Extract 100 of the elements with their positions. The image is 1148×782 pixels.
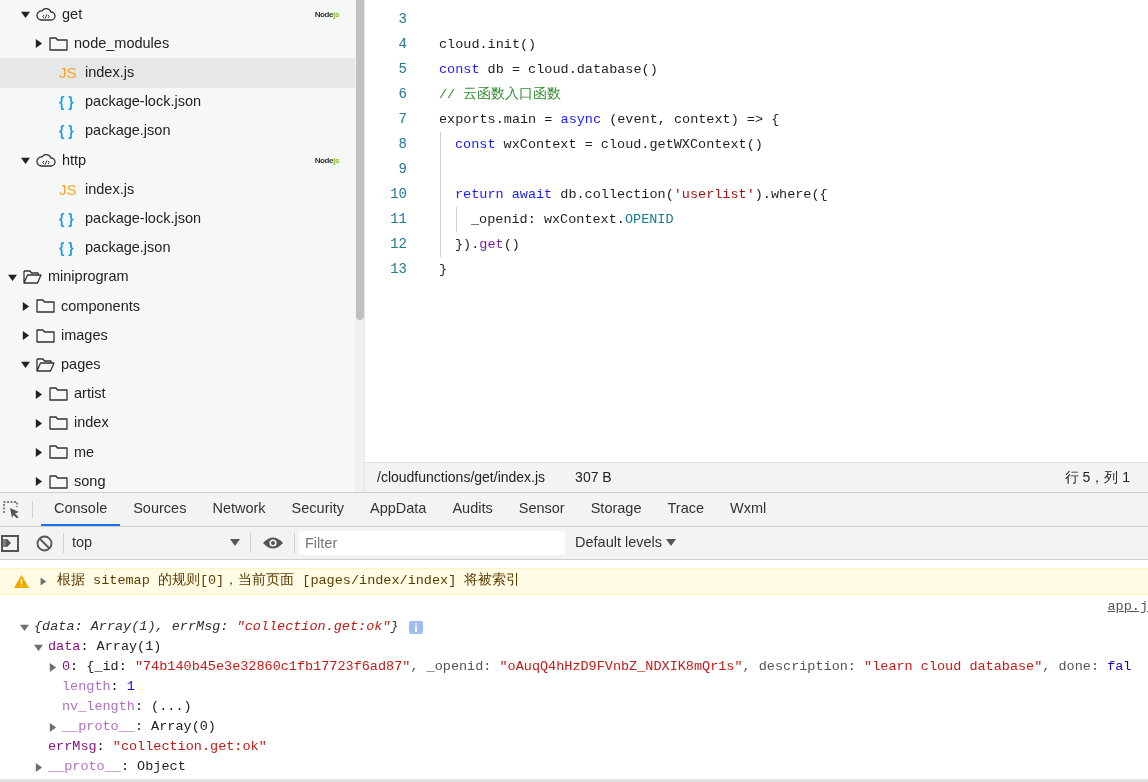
code-line: }).get() <box>455 237 520 252</box>
tree-item-label: components <box>61 296 140 316</box>
devtools-tab[interactable]: Audits <box>439 493 506 526</box>
log-levels-dropdown[interactable]: Default levels <box>575 532 677 554</box>
line-number: 6 <box>397 85 407 104</box>
code-line: exports.main = async (event, context) => { <box>439 112 780 127</box>
context-dropdown[interactable]: top <box>72 532 240 554</box>
tree-item-label: miniprogram <box>48 267 129 287</box>
tree-item[interactable]: { } package.json <box>0 116 355 146</box>
tree-item-label: images <box>61 325 108 345</box>
tree-item[interactable]: me <box>0 437 355 467</box>
cloud-code-icon <box>36 7 56 22</box>
folder-icon <box>36 328 55 343</box>
line-number: 3 <box>397 10 407 29</box>
code-line: cloud.init() <box>439 37 537 52</box>
folder-icon <box>49 474 68 489</box>
tree-item-label: package-lock.json <box>85 209 202 229</box>
tree-item[interactable]: { } package-lock.json <box>0 204 355 234</box>
tree-item[interactable]: JS index.js <box>0 58 355 88</box>
line-number: 8 <box>397 135 407 154</box>
tree-item[interactable]: { } package.json <box>0 233 355 263</box>
caret-down-icon[interactable] <box>230 539 240 547</box>
open-folder-icon <box>23 270 42 285</box>
devtools-tab[interactable]: Sensor <box>505 493 578 526</box>
filter-field[interactable]: Filter <box>299 531 565 555</box>
json-file-icon: { } <box>59 241 79 256</box>
log-entry: __proto__: Array(0) <box>62 717 216 736</box>
caret-right-icon[interactable] <box>21 331 30 341</box>
source-link[interactable]: app.j <box>1107 596 1148 617</box>
eye-icon[interactable] <box>262 536 284 550</box>
tree-item-label: http <box>62 150 87 170</box>
folder-icon <box>49 36 68 51</box>
tree-item-label: get <box>62 4 83 24</box>
caret-down-icon[interactable] <box>666 539 677 547</box>
caret-right-icon[interactable] <box>21 301 30 311</box>
log-entry: errMsg: "collection.get:ok" <box>48 737 267 756</box>
tree-item[interactable]: { } package-lock.json <box>0 87 355 117</box>
json-file-icon: { } <box>59 124 79 139</box>
line-number: 9 <box>397 160 407 179</box>
tree-item-label: song <box>74 471 106 491</box>
tree-item[interactable]: http Nodejs <box>0 145 355 176</box>
caret-right-icon[interactable] <box>34 447 43 457</box>
code-line: const wxContext = cloud.getWXContext() <box>455 137 763 152</box>
devtools-tab[interactable]: Storage <box>577 493 655 526</box>
caret-right-icon[interactable] <box>34 39 43 49</box>
tree-item[interactable]: node_modules <box>0 29 355 59</box>
code-line: return await db.collection('userlist').where({ <box>455 187 828 202</box>
file-path: /cloudfunctions/get/index.js <box>377 468 546 487</box>
caret-down-icon[interactable] <box>21 360 30 370</box>
cursor-position: 行 5，列 1 <box>1064 468 1131 487</box>
tree-item[interactable]: artist <box>0 379 355 409</box>
line-number: 4 <box>397 35 407 54</box>
tree-item-label: me <box>74 442 95 462</box>
warning-text: 根据 sitemap 的规则[0]，当前页面 [pages/index/index] 将被索引 <box>57 571 521 591</box>
line-number: 12 <box>389 235 407 254</box>
nodejs-logo: Nodejs <box>314 154 339 167</box>
tree-item-label: pages <box>61 354 101 374</box>
js-file-icon: JS <box>59 182 79 198</box>
devtools-tab[interactable]: AppData <box>357 493 440 526</box>
code-line: _openid: wxContext.OPENID <box>471 212 674 227</box>
tree-item-label: index.js <box>85 179 135 199</box>
tree-item[interactable]: miniprogram <box>0 262 355 292</box>
sidebar-toggle-icon[interactable] <box>1 534 19 552</box>
code-line: } <box>439 262 448 277</box>
log-entry: data: Array(1) <box>48 637 162 656</box>
block-icon[interactable] <box>36 534 53 552</box>
tree-item-label: node_modules <box>74 33 170 53</box>
line-number: 10 <box>389 185 407 204</box>
caret-right-icon[interactable] <box>34 418 43 428</box>
code-line: const db = cloud.database() <box>439 62 658 77</box>
folder-icon <box>49 416 68 431</box>
tree-item[interactable]: pages <box>0 350 355 380</box>
tree-item-label: index.js <box>85 63 135 83</box>
caret-down-icon[interactable] <box>21 156 30 166</box>
cloud-code-icon <box>36 153 56 168</box>
tree-item[interactable]: images <box>0 321 355 351</box>
caret-right-icon[interactable] <box>34 477 43 487</box>
tree-item-label: package.json <box>85 121 171 141</box>
log-entry: __proto__: Object <box>48 757 186 776</box>
scrollbar-thumb[interactable] <box>355 0 364 320</box>
log-entry: nv_length: (...) <box>62 697 192 716</box>
log-entry: {data: Array(1), errMsg: "collection.get:ok"} <box>34 617 399 636</box>
log-entry: 0: {_id: "74b140b45e3e32860c1fb17723f6ad87", _openid: "oAuqQ4hHzD9FVnbZ_NDXIK8mQr1s", description: "learn cloud database", done: fal <box>62 657 1132 676</box>
tree-item[interactable]: index <box>0 408 355 438</box>
folder-icon <box>36 299 55 314</box>
json-file-icon: { } <box>59 95 79 110</box>
caret-right-icon[interactable] <box>34 389 43 399</box>
tree-item[interactable]: JS index.js <box>0 175 355 205</box>
devtools-tab[interactable]: Trace <box>654 493 717 526</box>
devtools-tab[interactable]: Wxml <box>717 493 780 526</box>
folder-icon <box>49 445 68 460</box>
line-number: 5 <box>397 60 407 79</box>
tree-item-label: artist <box>74 384 106 404</box>
json-file-icon: { } <box>59 211 79 226</box>
tree-item[interactable]: get Nodejs <box>0 0 355 30</box>
tree-item[interactable]: components <box>0 291 355 322</box>
caret-down-icon[interactable] <box>8 272 17 282</box>
folder-icon <box>49 387 68 402</box>
caret-down-icon[interactable] <box>21 10 30 20</box>
line-number: 13 <box>389 260 407 279</box>
